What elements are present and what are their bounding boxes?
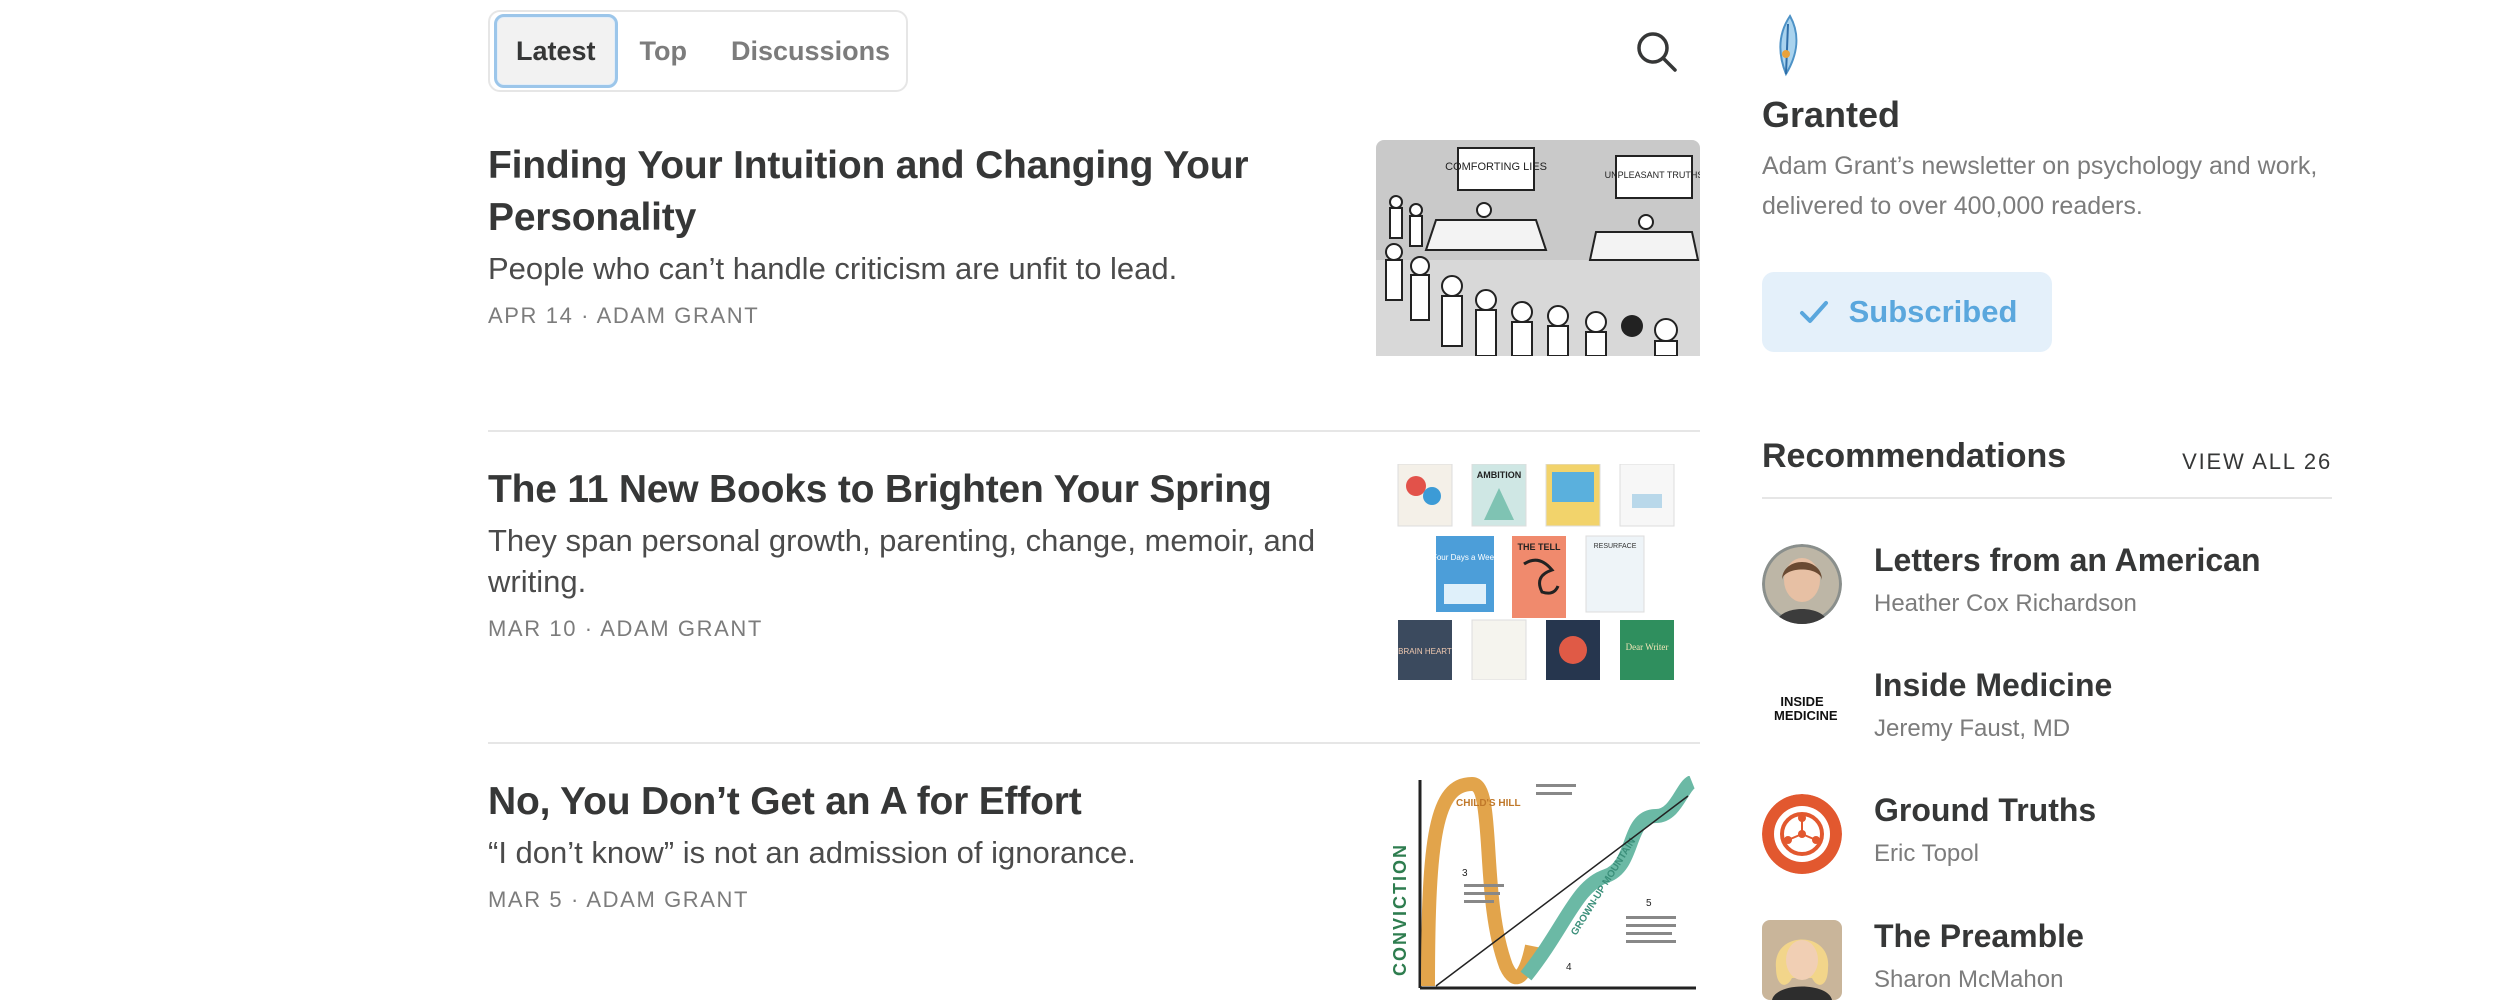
recommendation-author: Sharon McMahon [1874,966,2064,993]
search-icon[interactable] [1633,28,1679,74]
post-filter-tabs: Latest Top Discussions [488,10,908,92]
recommendation-item[interactable]: INSIDE MEDICINE Inside Medicine Jeremy F… [1762,665,2332,755]
post-date: MAR 10 [488,616,578,641]
post-subtitle: They span personal growth, parenting, ch… [488,523,1316,599]
publication-description: Adam Grant’s newsletter on psychology an… [1762,152,2318,220]
recommendation-name: Ground Truths [1874,792,2097,828]
thumb-label-comforting-lies: COMFORTING LIES [1445,161,1547,173]
tab-latest[interactable]: Latest [494,14,618,88]
label-childs-hill: CHILD'S HILL [1456,798,1521,809]
tab-top[interactable]: Top [618,14,709,88]
meta-separator: · [584,616,601,641]
post-thumbnail-diagram[interactable]: CONVICTION CHILD'S HILL GROWN-UP MOUNTAI… [1376,776,1700,992]
post-thumbnail-book-covers[interactable]: AMBITION Four Days a Week THE TELL RESUR… [1376,464,1700,680]
post-subtitle: “I don’t know” is not an admission of ig… [488,835,1136,870]
recommendation-name: Inside Medicine [1874,667,2113,703]
post-title[interactable]: No, You Don’t Get an A for Effort [488,776,1338,828]
avatar: INSIDE MEDICINE [1762,669,1842,749]
recommendation-item[interactable]: The Preamble Sharon McMahon [1762,916,2332,1002]
avatar [1762,544,1842,624]
post-item[interactable]: No, You Don’t Get an A for Effort “I don… [488,776,1700,992]
post-meta: MAR 10 · ADAM GRANT [488,616,1338,642]
book-title-four-days: Four Days a Week [1432,553,1499,562]
book-title-resurface: RESURFACE [1594,543,1637,550]
thumb-label-unpleasant-truths: UNPLEASANT TRUTHS [1605,170,1700,180]
book-title-the-tell: THE TELL [1518,542,1561,552]
book-title-brain-heart: BRAIN HEART [1398,647,1452,656]
post-item[interactable]: Finding Your Intuition and Changing Your… [488,140,1700,356]
post-author[interactable]: ADAM GRANT [586,887,749,912]
avatar [1762,794,1842,874]
view-all-recommendations-link[interactable]: VIEW ALL 26 [2180,449,2332,475]
publication-logo-icon[interactable] [1768,14,1808,78]
tab-discussions[interactable]: Discussions [709,14,912,88]
post-meta: APR 14 · ADAM GRANT [488,303,1338,329]
recommendations-divider [1762,497,2332,499]
post-date: MAR 5 [488,887,564,912]
post-item[interactable]: The 11 New Books to Brighten Your Spring… [488,464,1700,680]
diagram-step-4: 4 [1566,962,1572,973]
meta-separator: · [570,887,587,912]
post-title[interactable]: Finding Your Intuition and Changing Your… [488,140,1338,244]
post-subtitle: People who can’t handle criticism are un… [488,251,1178,286]
recommendation-author: Heather Cox Richardson [1874,590,2137,617]
publication-name[interactable]: Granted [1762,94,1900,136]
avatar [1762,920,1842,1000]
post-thumbnail-cartoon[interactable]: COMFORTING LIES UNPLEASANT TRUTHS [1376,140,1700,356]
recommendation-item[interactable]: Letters from an American Heather Cox Ric… [1762,540,2332,630]
check-icon [1799,301,1828,323]
post-author[interactable]: ADAM GRANT [600,616,763,641]
book-title-dear-writer: Dear Writer [1626,642,1669,652]
recommendations-heading: Recommendations [1762,437,2067,475]
diagram-step-3: 3 [1462,868,1468,879]
recommendation-author: Eric Topol [1874,840,1979,867]
post-date: APR 14 [488,303,574,328]
recommendation-author: Jeremy Faust, MD [1874,715,2071,742]
recommendation-name: The Preamble [1874,918,2084,954]
post-title[interactable]: The 11 New Books to Brighten Your Spring [488,464,1338,516]
diagram-step-5: 5 [1646,898,1652,909]
meta-separator: · [581,303,597,328]
subscribed-button[interactable]: Subscribed [1762,272,2052,352]
book-title-ambition: AMBITION [1477,470,1522,480]
post-author[interactable]: ADAM GRANT [597,303,760,328]
post-meta: MAR 5 · ADAM GRANT [488,887,1338,913]
recommendation-item[interactable]: Ground Truths Eric Topol [1762,790,2332,880]
avatar-text: INSIDE MEDICINE [1774,694,1838,723]
post-divider [488,742,1700,744]
post-divider [488,430,1700,432]
recommendation-name: Letters from an American [1874,542,2261,578]
axis-label-conviction: CONVICTION [1390,843,1410,976]
subscribed-label: Subscribed [1848,294,2018,329]
